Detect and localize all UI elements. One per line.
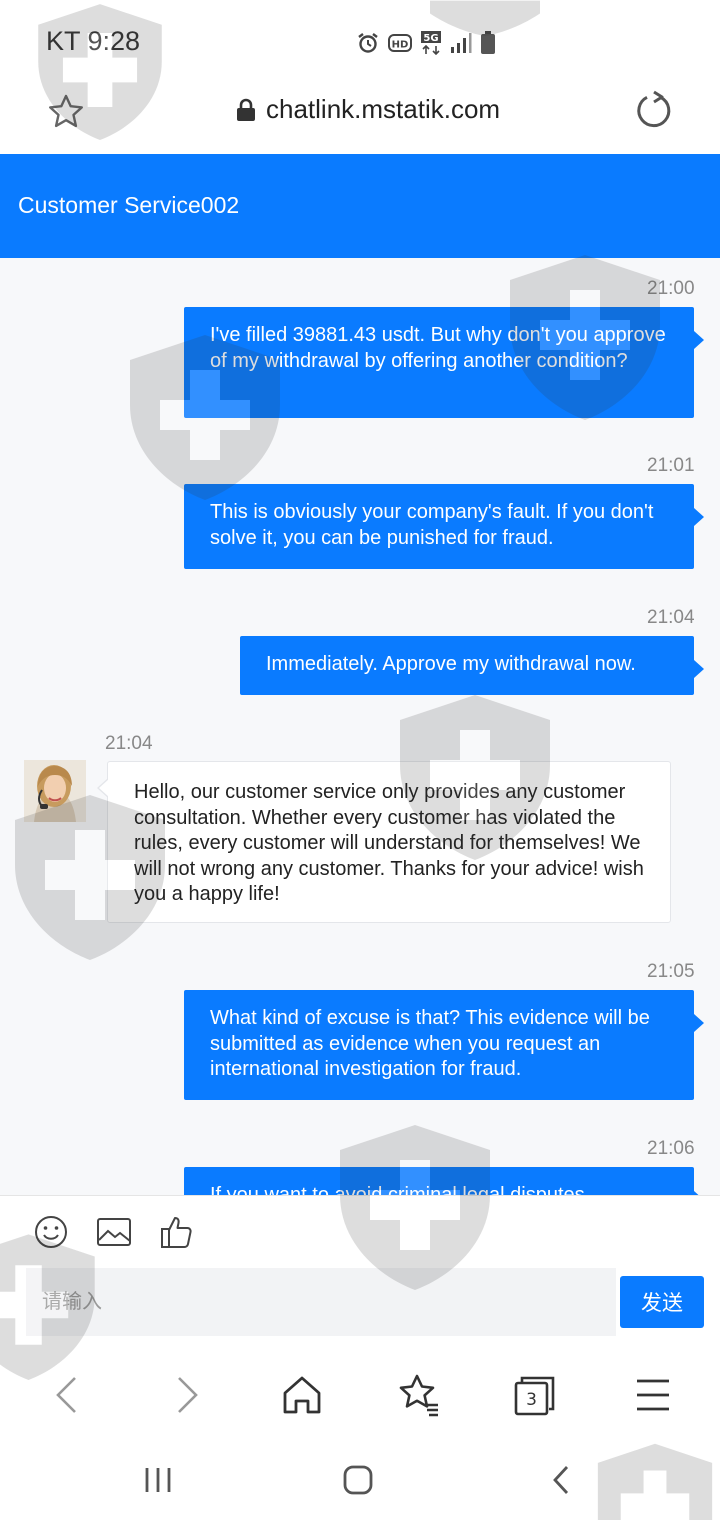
back-arrow-icon[interactable] <box>46 1373 90 1417</box>
send-button[interactable]: 发送 <box>620 1276 704 1328</box>
chat-header: Customer Service002 <box>0 154 720 258</box>
signal-icon <box>450 32 472 59</box>
reload-icon[interactable] <box>634 90 674 130</box>
message-time: 21:01 <box>647 455 695 476</box>
emoji-icon[interactable] <box>33 1214 69 1250</box>
message-bubble-outgoing[interactable]: This is obviously your company's fault. … <box>184 484 704 569</box>
browser-bottom-nav: 3 <box>0 1353 720 1437</box>
message-time: 21:00 <box>647 278 695 299</box>
agent-avatar <box>24 760 86 822</box>
url-field[interactable]: chatlink.mstatik.com <box>236 94 500 125</box>
message-bubble-outgoing[interactable]: What kind of excuse is that? This eviden… <box>184 990 704 1100</box>
menu-icon[interactable] <box>631 1373 675 1417</box>
network-label: 5G <box>423 33 438 44</box>
browser-url-bar: chatlink.mstatik.com <box>0 78 720 154</box>
battery-icon <box>480 31 496 60</box>
message-composer: 发送 <box>0 1195 720 1353</box>
message-input[interactable] <box>26 1268 616 1336</box>
home-icon[interactable] <box>280 1373 324 1417</box>
alarm-icon <box>356 31 380 60</box>
chat-title: Customer Service002 <box>18 192 240 218</box>
lock-icon <box>237 98 255 121</box>
message-bubble-outgoing[interactable]: Immediately. Approve my withdrawal now. <box>240 636 704 695</box>
status-icons: HD 5G <box>356 30 496 61</box>
tabs-count: 3 <box>526 1390 537 1410</box>
bookmark-star-icon[interactable] <box>46 92 88 134</box>
message-bubble-incoming[interactable]: Hello, our customer service only provide… <box>97 761 671 923</box>
system-back-icon[interactable] <box>544 1463 580 1497</box>
tabs-icon[interactable]: 3 <box>513 1373 557 1417</box>
hd-icon: HD <box>388 32 412 59</box>
svg-text:HD: HD <box>392 40 409 51</box>
message-time: 21:04 <box>105 733 153 754</box>
forward-arrow-icon[interactable] <box>164 1373 208 1417</box>
status-carrier-time: KT 9:28 <box>46 26 141 56</box>
network-5g-icon: 5G <box>420 30 442 61</box>
message-bubble-outgoing[interactable]: If you want to avoid criminal legal disp… <box>184 1167 704 1195</box>
message-time: 21:06 <box>647 1138 695 1159</box>
message-time: 21:05 <box>647 961 695 982</box>
message-bubble-outgoing[interactable]: I've filled 39881.43 usdt. But why don't… <box>184 307 704 418</box>
bookmarks-icon[interactable] <box>397 1373 441 1417</box>
home-button-icon[interactable] <box>340 1463 376 1497</box>
image-icon[interactable] <box>96 1214 132 1250</box>
status-bar: KT 9:28 HD 5G <box>0 0 720 78</box>
system-nav-bar <box>0 1437 720 1520</box>
url-text: chatlink.mstatik.com <box>266 94 501 124</box>
thumbs-up-icon[interactable] <box>159 1214 195 1250</box>
recent-apps-icon[interactable] <box>140 1463 176 1497</box>
message-time: 21:04 <box>647 607 695 628</box>
chat-messages[interactable]: 21:00 I've filled 39881.43 usdt. But why… <box>0 258 720 1195</box>
